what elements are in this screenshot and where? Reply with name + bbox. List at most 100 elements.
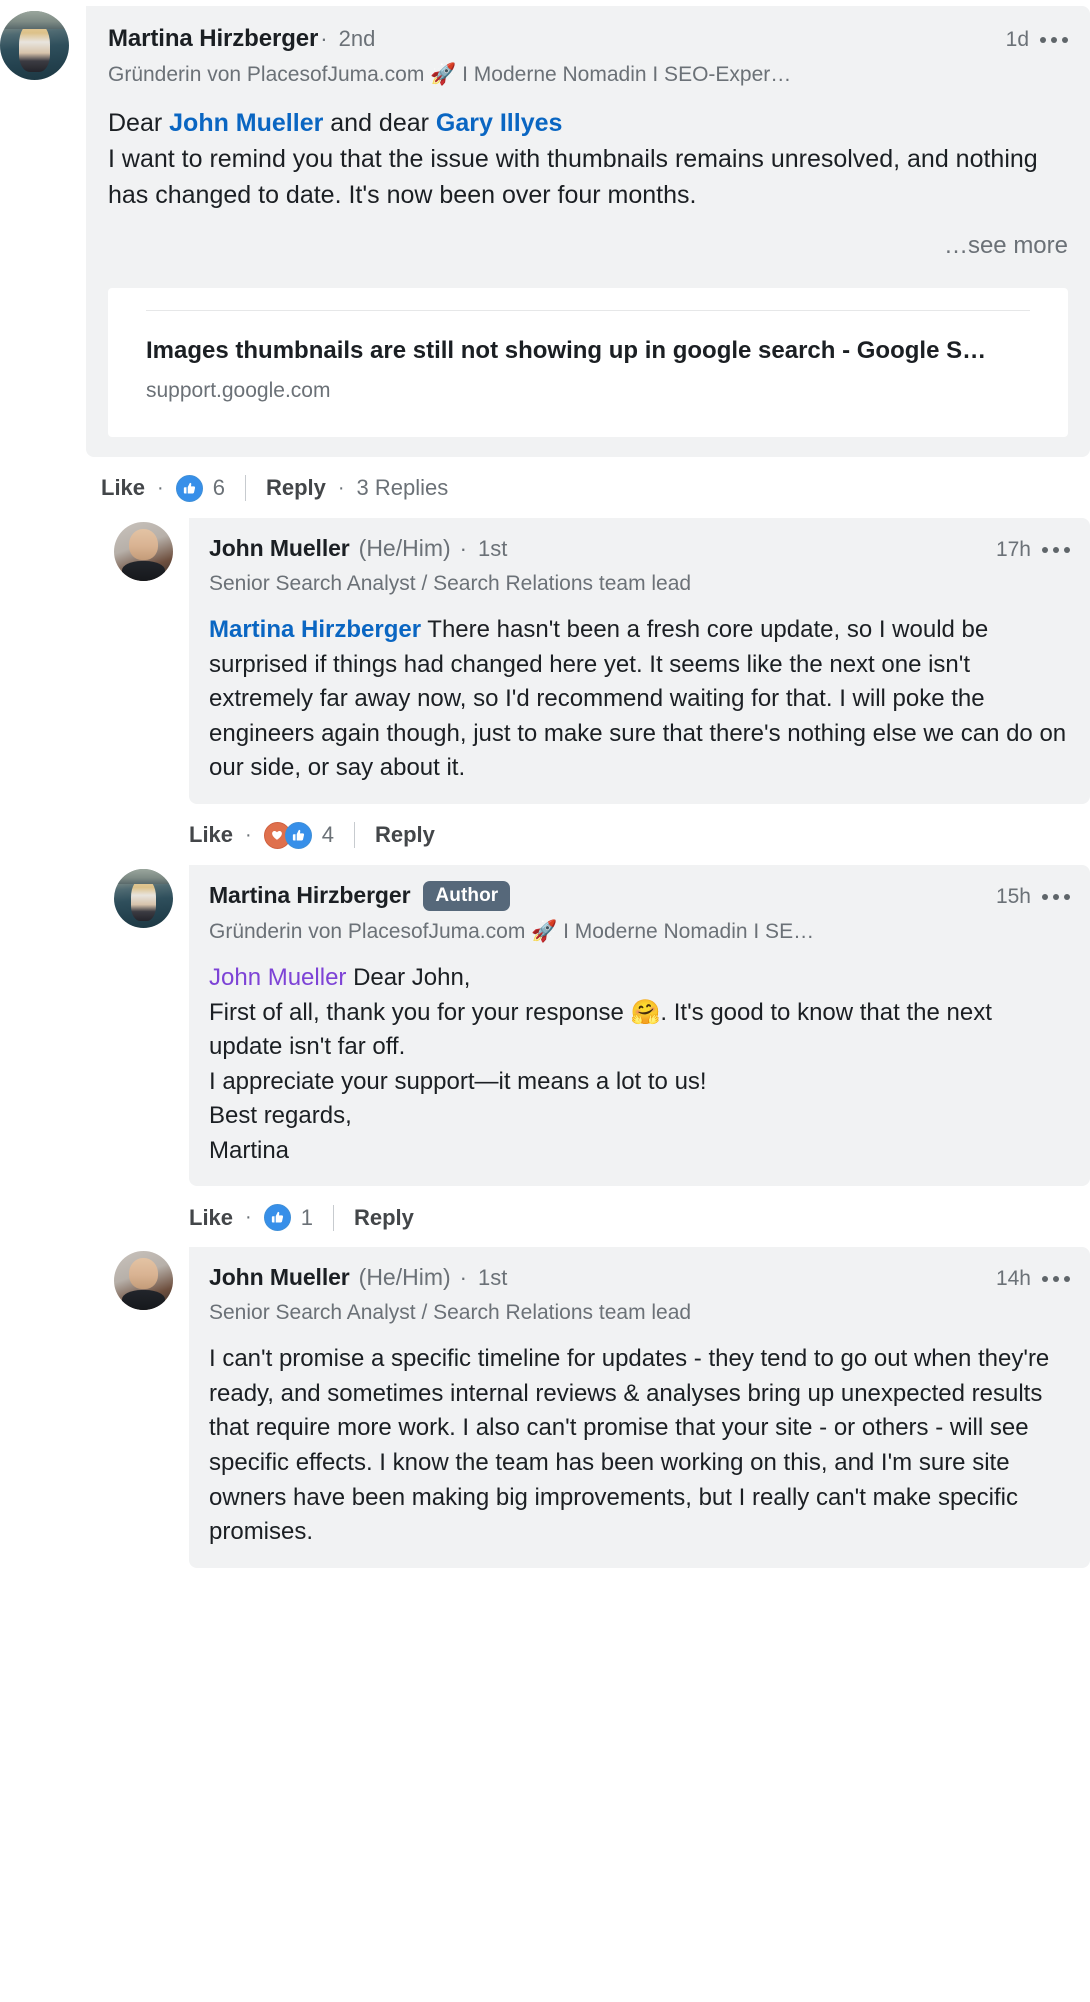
author-pronouns: (He/Him) <box>358 1264 451 1291</box>
comment-body: Dear John Mueller and dear Gary Illyes I… <box>108 106 1068 213</box>
body-prefix: Dear <box>108 109 170 138</box>
action-dot: · <box>157 476 164 499</box>
reply-comment: Martina Hirzberger Author Gründerin von … <box>0 864 1090 1187</box>
timestamp: 1d <box>1005 28 1029 51</box>
root-comment-action-bar: Like · 6 Reply · 3 Replies <box>0 457 1090 518</box>
comment-bubble: Martina Hirzberger Author Gründerin von … <box>189 864 1090 1187</box>
separator-dot: · <box>459 535 467 561</box>
root-comment: Martina Hirzberger · 2nd Gründerin von P… <box>0 0 1090 457</box>
replies-dot: · <box>337 476 345 499</box>
author-headline: Senior Search Analyst / Search Relations… <box>209 1301 692 1325</box>
comment-meta-right: 1d <box>990 24 1068 52</box>
reply-comment: John Mueller (He/Him) · 1st Senior Searc… <box>0 517 1090 804</box>
reaction-count: 1 <box>300 1204 313 1230</box>
comment-meta-right: 17h <box>980 534 1070 562</box>
more-options-icon[interactable] <box>1040 37 1068 43</box>
reaction-icons <box>175 474 203 502</box>
author-headline: Gründerin von PlacesofJuma.com 🚀 I Moder… <box>209 919 815 943</box>
reaction-icons <box>263 821 312 849</box>
comment-bubble: John Mueller (He/Him) · 1st Senior Searc… <box>189 1247 1090 1568</box>
comment-author-block: John Mueller (He/Him) · 1st Senior Searc… <box>209 1263 980 1326</box>
comment-header: Martina Hirzberger · 2nd Gründerin von P… <box>108 24 1068 88</box>
reaction-count: 6 <box>212 475 225 501</box>
avatar[interactable] <box>114 521 173 581</box>
like-button[interactable]: Like <box>189 822 233 848</box>
avatar[interactable] <box>114 1251 173 1311</box>
reply-action-bar: Like · 1 Reply <box>0 1186 1090 1247</box>
reaction-icons <box>263 1204 291 1232</box>
comment-body: Martina Hirzberger There hasn't been a f… <box>209 613 1070 786</box>
author-headline: Senior Search Analyst / Search Relations… <box>209 571 692 595</box>
mention-gary-illyes[interactable]: Gary Illyes <box>436 109 562 137</box>
comment-body: I can't promise a specific timeline for … <box>209 1345 1056 1546</box>
comment-bubble: Martina Hirzberger · 2nd Gründerin von P… <box>86 6 1090 457</box>
more-options-icon[interactable] <box>1042 893 1070 900</box>
reaction-summary[interactable]: 6 <box>175 474 225 502</box>
author-name-line: John Mueller (He/Him) · 1st <box>209 534 980 563</box>
link-card-divider <box>146 309 1030 311</box>
author-pronouns: (He/Him) <box>358 534 451 561</box>
timestamp: 15h <box>995 884 1031 908</box>
connection-degree: 1st <box>477 535 508 561</box>
like-reaction-icon <box>284 821 312 849</box>
comment-meta-right: 14h <box>980 1263 1070 1291</box>
comment-header: Martina Hirzberger Author Gründerin von … <box>209 880 1070 945</box>
comment-header: John Mueller (He/Him) · 1st Senior Searc… <box>209 1263 1070 1326</box>
replies-count[interactable]: 3 Replies <box>357 475 449 501</box>
reply-comment: John Mueller (He/Him) · 1st Senior Searc… <box>0 1247 1090 1568</box>
reply-button[interactable]: Reply <box>375 822 435 848</box>
comment-author-block: John Mueller (He/Him) · 1st Senior Searc… <box>209 534 980 597</box>
reaction-summary[interactable]: 1 <box>263 1204 313 1232</box>
reaction-count: 4 <box>321 822 334 848</box>
author-badge: Author <box>423 880 511 911</box>
mention-john-mueller[interactable]: John Mueller <box>169 109 323 137</box>
link-preview-card[interactable]: Images thumbnails are still not showing … <box>108 287 1068 437</box>
more-options-icon[interactable] <box>1042 1276 1070 1283</box>
author-name-line: John Mueller (He/Him) · 1st <box>209 1263 980 1292</box>
link-card-inner: Images thumbnails are still not showing … <box>108 288 1068 437</box>
comment-header: John Mueller (He/Him) · 1st Senior Searc… <box>209 534 1070 597</box>
body-text: Dear John, First of all, thank you for y… <box>209 964 992 1164</box>
comment-meta-right: 15h <box>980 881 1070 909</box>
action-dot: · <box>245 1206 252 1229</box>
author-name[interactable]: Martina Hirzberger <box>108 24 318 54</box>
author-name[interactable]: John Mueller <box>209 534 350 563</box>
like-button[interactable]: Like <box>101 475 145 501</box>
see-more-button[interactable]: …see more <box>108 232 1068 260</box>
link-card-domain: support.google.com <box>146 378 331 402</box>
body-middle: and dear <box>323 109 436 138</box>
author-name-line: Martina Hirzberger Author <box>209 880 980 911</box>
mention-martina-hirzberger[interactable]: Martina Hirzberger <box>209 616 421 643</box>
comment-bubble: John Mueller (He/Him) · 1st Senior Searc… <box>189 517 1090 804</box>
action-divider <box>353 822 355 849</box>
comment-author-block: Martina Hirzberger · 2nd Gründerin von P… <box>108 24 990 88</box>
connection-degree: 2nd <box>338 26 376 52</box>
thread-bottom-spacer <box>0 1568 1090 1590</box>
author-name[interactable]: Martina Hirzberger <box>209 881 411 910</box>
mention-john-mueller[interactable]: John Mueller <box>209 964 346 991</box>
body-rest: I want to remind you that the issue with… <box>108 145 1038 209</box>
reaction-summary[interactable]: 4 <box>263 821 334 849</box>
like-reaction-icon <box>263 1204 291 1232</box>
connection-degree: 1st <box>477 1264 508 1290</box>
timestamp: 14h <box>995 1267 1031 1291</box>
author-headline: Gründerin von PlacesofJuma.com 🚀 I Moder… <box>108 63 792 86</box>
author-name[interactable]: John Mueller <box>209 1263 350 1292</box>
comment-author-block: Martina Hirzberger Author Gründerin von … <box>209 880 980 945</box>
comment-thread: Martina Hirzberger · 2nd Gründerin von P… <box>0 0 1090 1590</box>
action-dot: · <box>245 823 252 846</box>
action-divider <box>332 1204 334 1231</box>
avatar[interactable] <box>114 868 173 928</box>
action-divider <box>244 475 246 502</box>
reply-action-bar: Like · 4 Reply <box>0 804 1090 865</box>
comment-body: John Mueller Dear John, First of all, th… <box>209 961 1070 1168</box>
separator-dot: · <box>459 1264 467 1290</box>
more-options-icon[interactable] <box>1042 546 1070 553</box>
like-button[interactable]: Like <box>189 1205 233 1231</box>
avatar[interactable] <box>0 11 69 80</box>
author-name-line: Martina Hirzberger · 2nd <box>108 24 990 54</box>
link-card-title: Images thumbnails are still not showing … <box>146 336 987 364</box>
like-reaction-icon <box>175 474 203 502</box>
reply-button[interactable]: Reply <box>266 475 326 501</box>
reply-button[interactable]: Reply <box>354 1205 414 1231</box>
